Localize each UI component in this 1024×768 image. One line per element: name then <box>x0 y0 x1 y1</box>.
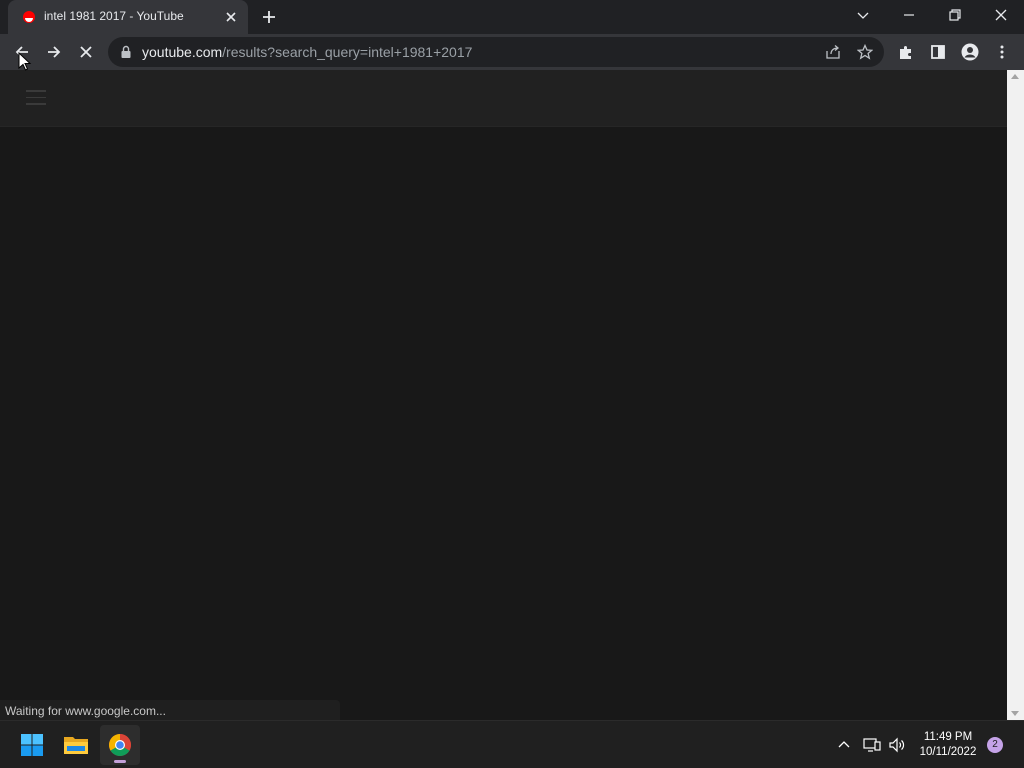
side-panel-button[interactable] <box>924 38 952 66</box>
start-button[interactable] <box>12 725 52 765</box>
forward-button[interactable] <box>40 38 68 66</box>
scroll-up-icon[interactable] <box>1011 74 1019 79</box>
close-window-icon[interactable] <box>978 0 1024 30</box>
mouse-cursor-icon <box>18 52 32 72</box>
browser-tab[interactable]: intel 1981 2017 - YouTube <box>8 0 248 34</box>
network-icon[interactable] <box>862 735 882 755</box>
notification-badge[interactable]: 2 <box>987 737 1003 753</box>
hamburger-menu-icon[interactable] <box>26 90 46 106</box>
lock-icon[interactable] <box>120 45 132 59</box>
url-host: youtube.com <box>142 44 223 60</box>
page-scrollbar[interactable] <box>1007 70 1024 720</box>
tab-strip: intel 1981 2017 - YouTube <box>0 0 1024 34</box>
profile-avatar-icon <box>961 43 979 61</box>
clock-date: 10/11/2022 <box>919 746 977 758</box>
minimize-icon[interactable] <box>886 0 932 30</box>
folder-icon <box>64 737 88 754</box>
tab-title: intel 1981 2017 - YouTube <box>44 9 184 23</box>
tab-search-icon[interactable] <box>840 0 886 30</box>
bookmark-star-icon[interactable] <box>854 41 876 63</box>
windows-logo-icon <box>21 734 43 756</box>
address-bar[interactable]: youtube.com/results?search_query=intel+1… <box>108 37 884 67</box>
show-hidden-icons-icon[interactable] <box>834 735 854 755</box>
side-panel-icon <box>931 45 945 59</box>
chrome-taskbar-button[interactable] <box>100 725 140 765</box>
youtube-favicon-icon <box>22 10 36 24</box>
browser-toolbar: youtube.com/results?search_query=intel+1… <box>0 34 1024 70</box>
web-page <box>0 70 1007 720</box>
puzzle-icon <box>900 45 911 59</box>
status-bubble: Waiting for www.google.com... <box>0 700 340 720</box>
volume-icon[interactable] <box>887 735 907 755</box>
windows-taskbar: 11:49 PM 10/11/2022 2 <box>0 720 1024 768</box>
chrome-logo-icon <box>109 734 131 756</box>
url-text[interactable]: youtube.com/results?search_query=intel+1… <box>142 44 472 60</box>
tab-close-icon[interactable] <box>222 8 240 26</box>
screen: intel 1981 2017 - YouTube youtube.com/re… <box>0 0 1024 768</box>
kebab-menu-icon <box>1000 45 1004 59</box>
url-path: /results?search_query=intel+1981+2017 <box>222 44 473 60</box>
extensions-button[interactable] <box>892 38 920 66</box>
stop-icon <box>80 46 92 58</box>
file-explorer-button[interactable] <box>56 725 96 765</box>
browser-menu-button[interactable] <box>988 38 1016 66</box>
clock-time: 11:49 PM <box>923 731 973 743</box>
stop-loading-button[interactable] <box>72 38 100 66</box>
share-icon[interactable] <box>822 41 844 63</box>
active-app-indicator <box>114 760 126 763</box>
forward-arrow-icon <box>48 46 61 58</box>
youtube-header <box>0 70 1007 127</box>
scroll-down-icon[interactable] <box>1011 711 1019 716</box>
restore-icon[interactable] <box>932 0 978 30</box>
profile-button[interactable] <box>956 38 984 66</box>
new-tab-icon[interactable] <box>258 6 280 28</box>
taskbar-clock[interactable]: 11:49 PM 10/11/2022 <box>914 730 982 760</box>
